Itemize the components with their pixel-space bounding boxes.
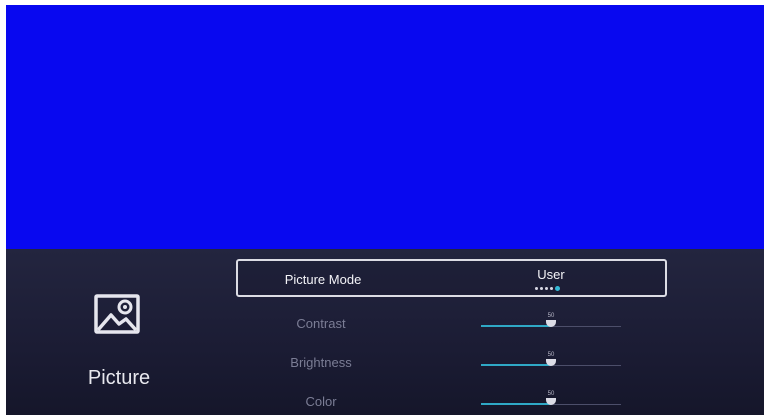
picture-mode-label: Picture Mode [284,272,362,287]
setting-row-picture-mode[interactable]: Picture Mode User [236,259,667,297]
contrast-value: 50 [547,313,555,319]
option-dot-active [555,285,560,291]
slider-fill [481,403,551,405]
option-dot [545,286,548,290]
category-label: Picture [87,367,151,389]
setting-row-contrast[interactable]: Contrast 50 [236,307,667,345]
video-preview [6,5,764,249]
brightness-value: 50 [547,352,555,358]
slider-fill [481,364,551,366]
option-dot [550,286,553,290]
category-picture: Picture [64,293,174,403]
setting-row-brightness[interactable]: Brightness 50 [236,346,667,384]
brightness-label: Brightness [290,355,352,370]
option-dot [535,286,538,290]
picture-mode-option-indicator [535,285,560,291]
option-dot [540,286,543,290]
slider-fill [481,325,551,327]
color-label: Color [305,394,337,409]
color-slider[interactable]: 50 [481,391,621,411]
brightness-slider[interactable]: 50 [481,352,621,372]
picture-mode-value[interactable]: User [506,267,596,282]
contrast-slider[interactable]: 50 [481,313,621,333]
picture-icon [94,294,140,334]
settings-menu-panel: Picture Picture Mode User Contrast 50 Br… [6,249,764,415]
contrast-label: Contrast [296,316,346,331]
tv-screen: Picture Picture Mode User Contrast 50 Br… [6,5,764,415]
setting-row-color[interactable]: Color 50 [236,385,667,415]
color-value: 50 [547,391,555,397]
